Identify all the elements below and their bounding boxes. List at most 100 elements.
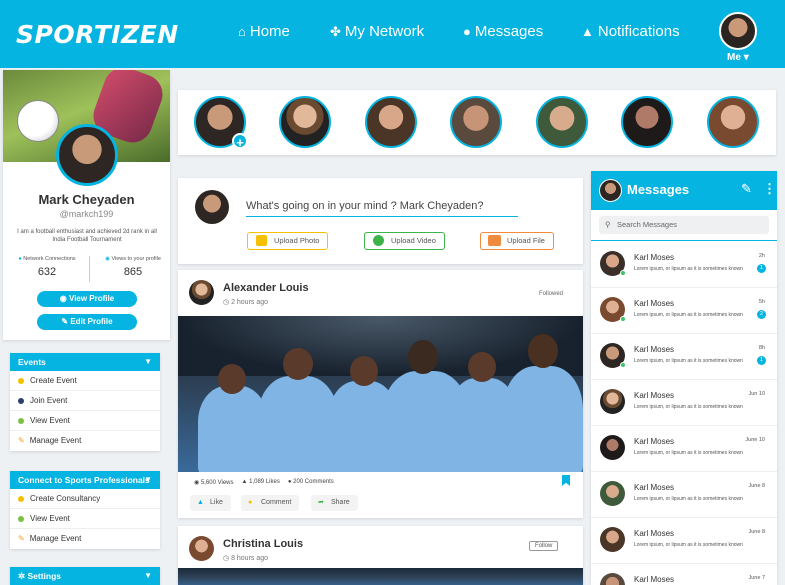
nav-my-network-label: My Network <box>344 23 425 40</box>
nav-notifications-label: Notifications <box>597 23 680 40</box>
add-story-button[interactable]: + <box>232 133 248 150</box>
profile-bio: I am a football enthusiast and achieved … <box>17 229 157 243</box>
chevron-down-icon: ▾ <box>743 52 749 63</box>
nav-messages[interactable]: ● Messages <box>463 23 543 40</box>
settings-menu: ✲ Settings ▼ <box>10 567 160 585</box>
unread-badge: 1 <box>757 356 766 365</box>
message-item[interactable]: Karl Moses Lorem ipsum, or lipsum as it … <box>591 472 777 518</box>
post-author-name[interactable]: Alexander Louis <box>223 282 309 294</box>
camera-icon <box>256 235 267 246</box>
message-item[interactable]: Karl Moses Lorem ipsum, or lipsum as it … <box>591 380 777 426</box>
network-icon: ● <box>18 256 22 262</box>
story-avatar[interactable] <box>536 96 588 148</box>
connections-count: 632 <box>37 266 57 278</box>
composer-avatar <box>195 190 229 224</box>
comment-icon: ● <box>248 499 253 506</box>
search-messages-input[interactable]: ⚲ Search Messages <box>599 216 769 234</box>
post-author-name[interactable]: Christina Louis <box>223 538 303 550</box>
join-event-icon <box>18 397 24 404</box>
connect-professionals-menu: Connect to Sports Professionals ▼ Create… <box>10 471 160 549</box>
nav-home[interactable]: ⌂ Home <box>238 23 290 40</box>
message-item[interactable]: Karl Moses Lorem ipsum, or lipsum as it … <box>591 334 777 380</box>
profile-name: Mark Cheyaden <box>38 192 135 207</box>
story-avatar[interactable] <box>707 96 759 148</box>
post-image[interactable] <box>178 316 583 472</box>
clock-icon: ◷ <box>223 299 230 306</box>
messages-avatar <box>599 179 622 202</box>
unread-badge: 2 <box>757 310 766 319</box>
view-profile-button[interactable]: ◉ View Profile <box>37 291 137 307</box>
profile-avatar[interactable] <box>56 124 118 186</box>
connections-label: Network Connections <box>23 256 76 262</box>
caret-down-icon: ▼ <box>144 357 152 366</box>
views-label: Views to your profile <box>111 256 161 262</box>
sportizen-logo[interactable]: SPORTIZEN <box>16 20 179 49</box>
events-menu: Events ▼ Create Event Join Event View Ev… <box>10 353 160 451</box>
me-menu[interactable]: Me ▾ <box>727 52 749 63</box>
story-avatar[interactable] <box>621 96 673 148</box>
me-avatar[interactable] <box>719 12 757 50</box>
story-avatar[interactable] <box>279 96 331 148</box>
connect-menu-header[interactable]: Connect to Sports Professionals ▼ <box>10 471 160 489</box>
post-stats: ◉ 5,600 Views ▲ 1,089 Likes ● 200 Commen… <box>194 479 334 486</box>
message-item[interactable]: Karl Moses Lorem ipsum, or lipsum as it … <box>591 518 777 564</box>
online-indicator <box>620 362 626 368</box>
post-author-avatar[interactable] <box>189 280 214 305</box>
menu-item-manage-event[interactable]: ✎ Manage Event <box>10 431 160 451</box>
comment-button[interactable]: ● Comment <box>241 495 300 511</box>
upload-video-button[interactable]: Upload Video <box>364 232 445 250</box>
pencil-icon: ✎ <box>18 436 25 445</box>
caret-down-icon: ▼ <box>144 571 152 580</box>
bookmark-icon[interactable] <box>562 475 570 486</box>
pencil-icon: ✎ <box>61 317 69 326</box>
events-menu-header[interactable]: Events ▼ <box>10 353 160 371</box>
post-time: ◷ 8 hours ago <box>223 555 269 562</box>
like-button[interactable]: ▲ Like <box>190 495 231 511</box>
menu-item-view-event[interactable]: View Event <box>10 411 160 431</box>
create-event-icon <box>18 377 24 384</box>
bell-icon: ▲ <box>581 24 594 39</box>
share-button[interactable]: ➦ Share <box>311 495 358 511</box>
stat-profile-views: ◉ Views to your profile 865 <box>93 256 173 278</box>
me-label: Me <box>727 52 741 63</box>
story-avatar[interactable] <box>365 96 417 148</box>
nav-home-label: Home <box>249 23 290 40</box>
edit-profile-button[interactable]: ✎ Edit Profile <box>37 314 137 330</box>
stat-network-connections: ● Network Connections 632 <box>7 256 87 278</box>
upload-file-button[interactable]: Upload File <box>480 232 554 250</box>
messages-panel: Messages ✎ ⋮ ⚲ Search Messages Karl Mose… <box>591 171 777 585</box>
message-item[interactable]: Karl Moses Lorem ipsum, or lipsum as it … <box>591 242 777 288</box>
settings-menu-header[interactable]: ✲ Settings ▼ <box>10 567 160 585</box>
nav-my-network[interactable]: ✤ My Network <box>330 23 424 40</box>
views-count: 865 <box>123 266 143 278</box>
play-icon <box>373 235 384 246</box>
network-icon: ✤ <box>330 23 341 39</box>
view-event-icon <box>18 417 24 424</box>
menu-item-create-event[interactable]: Create Event <box>10 371 160 391</box>
compose-icon[interactable]: ✎ <box>741 181 752 197</box>
follow-status[interactable]: Followed <box>539 291 563 297</box>
message-item[interactable]: Karl Moses June 7 <box>591 564 777 585</box>
message-avatar <box>600 435 625 460</box>
menu-item-join-event[interactable]: Join Event <box>10 391 160 411</box>
menu-item-view-event[interactable]: View Event <box>10 509 160 529</box>
post-image[interactable] <box>178 568 583 585</box>
pencil-icon: ✎ <box>18 534 25 543</box>
more-vertical-icon[interactable]: ⋮ <box>763 181 776 197</box>
menu-item-manage-event[interactable]: ✎ Manage Event <box>10 529 160 549</box>
nav-notifications[interactable]: ▲ Notifications <box>581 23 680 40</box>
story-avatar[interactable] <box>450 96 502 148</box>
post-author-avatar[interactable] <box>189 536 214 561</box>
search-icon: ⚲ <box>605 220 611 229</box>
like-icon: ▲ <box>241 479 248 485</box>
caret-down-icon: ▼ <box>144 475 152 484</box>
message-icon: ● <box>463 24 471 39</box>
message-item[interactable]: Karl Moses Lorem ipsum, or lipsum as it … <box>591 288 777 334</box>
follow-button[interactable]: Follow <box>529 541 559 551</box>
menu-item-create-consultancy[interactable]: Create Consultancy <box>10 489 160 509</box>
post-time: ◷ 2 hours ago <box>223 299 269 306</box>
clock-icon: ◷ <box>223 555 230 562</box>
message-item[interactable]: Karl Moses Lorem ipsum, or lipsum as it … <box>591 426 777 472</box>
post-input[interactable]: What's going on in your mind ? Mark Chey… <box>246 200 518 217</box>
upload-photo-button[interactable]: Upload Photo <box>247 232 329 250</box>
